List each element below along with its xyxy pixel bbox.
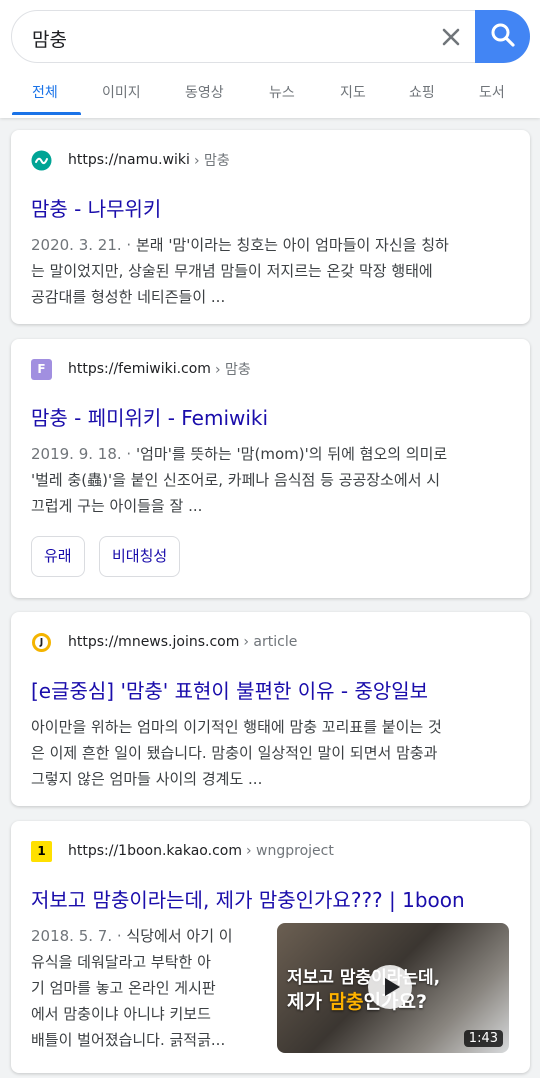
tab-videos[interactable]: 동영상	[185, 82, 224, 102]
result-title[interactable]: [e글중심] '맘충' 표현이 불편한 이유 - 중앙일보	[31, 675, 428, 704]
result-title[interactable]: 맘충 - 페미위키 - Femiwiki	[31, 402, 268, 431]
tab-books[interactable]: 도서	[479, 82, 505, 102]
result-source[interactable]: https://namu.wiki › 맘충	[31, 150, 230, 170]
clear-icon[interactable]	[437, 23, 465, 51]
result-card: 1 https://1boon.kakao.com › wngproject 저…	[11, 821, 530, 1073]
namu-wiki-favicon-icon	[31, 150, 52, 171]
result-url: https://1boon.kakao.com	[68, 843, 242, 859]
result-source[interactable]: https://mnews.joins.com › article	[31, 632, 297, 652]
tab-news[interactable]: 뉴스	[269, 82, 295, 102]
result-source[interactable]: 1 https://1boon.kakao.com › wngproject	[31, 840, 334, 862]
sitelink-chip-origin[interactable]: 유래	[31, 536, 85, 577]
result-url: https://mnews.joins.com	[68, 634, 240, 650]
result-url: https://namu.wiki	[68, 152, 190, 168]
result-snippet: 아이만을 위하는 엄마의 이기적인 행태에 맘충 꼬리표를 붙이는 것 은 이제…	[31, 718, 442, 788]
result-url: https://femiwiki.com	[68, 361, 211, 377]
1boon-favicon-icon: 1	[31, 840, 52, 862]
result-date: 2019. 9. 18. ·	[31, 445, 132, 463]
joongang-favicon-icon	[31, 632, 52, 653]
active-tab-indicator	[12, 112, 81, 115]
result-title[interactable]: 맘충 - 나무위키	[31, 193, 161, 222]
result-snippet: 2018. 5. 7. · 식당에서 아기 이 유식을 데워달라고 부탁한 아 …	[31, 927, 233, 1049]
result-card: https://namu.wiki › 맘충 맘충 - 나무위키 2020. 3…	[11, 130, 530, 324]
result-breadcrumb: › article	[243, 634, 298, 650]
tab-all[interactable]: 전체	[32, 82, 58, 102]
result-card: F https://femiwiki.com › 맘충 맘충 - 페미위키 - …	[11, 339, 530, 598]
result-card: https://mnews.joins.com › article [e글중심]…	[11, 612, 530, 806]
search-box[interactable]: 맘충	[11, 10, 530, 63]
result-title[interactable]: 저보고 맘충이라는데, 제가 맘충인가요??? | 1boon	[31, 884, 465, 913]
result-snippet: 2019. 9. 18. · '엄마'를 뜻하는 '맘(mom)'의 뒤에 혐오…	[31, 445, 448, 515]
video-thumbnail[interactable]: 저보고 맘충이라는데, 제가 맘충인가요? 1:43	[277, 923, 509, 1053]
thumbnail-caption-line1: 저보고 맘충이라는데,	[287, 968, 441, 988]
result-date: 2020. 3. 21. ·	[31, 236, 132, 254]
result-breadcrumb: › 맘충	[214, 362, 251, 378]
sitelink-chip-asymmetry[interactable]: 비대칭성	[99, 536, 181, 577]
video-duration: 1:43	[463, 1030, 503, 1047]
result-breadcrumb: › wngproject	[245, 843, 334, 859]
femiwiki-favicon-icon: F	[31, 358, 52, 380]
result-source[interactable]: F https://femiwiki.com › 맘충	[31, 358, 251, 380]
tab-maps[interactable]: 지도	[340, 82, 366, 102]
result-snippet: 2020. 3. 21. · 본래 '맘'이라는 칭호는 아이 엄마들이 자신을…	[31, 236, 449, 306]
search-icon	[489, 21, 517, 53]
play-icon[interactable]	[368, 965, 412, 1009]
result-date: 2018. 5. 7. ·	[31, 927, 122, 945]
search-query[interactable]: 맘충	[32, 25, 67, 52]
tab-images[interactable]: 이미지	[102, 82, 141, 102]
result-breadcrumb: › 맘충	[193, 153, 230, 169]
tab-shopping[interactable]: 쇼핑	[409, 82, 435, 102]
search-button[interactable]	[475, 10, 530, 63]
search-tabs: 전체 이미지 동영상 뉴스 지도 쇼핑 도서	[0, 72, 540, 116]
search-header: 맘충 전체 이미지 동영상 뉴스 지도 쇼핑 도서	[0, 0, 540, 118]
